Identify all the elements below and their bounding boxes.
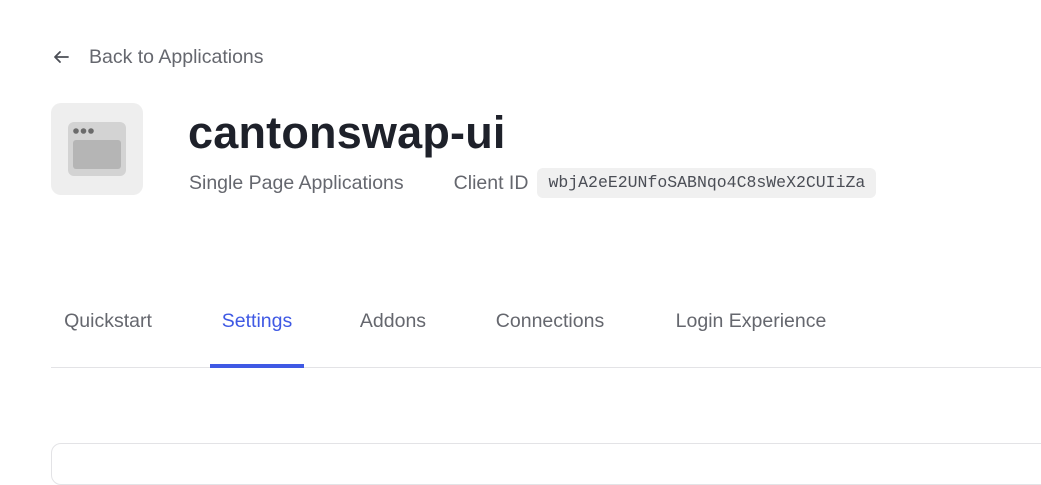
tab-connections[interactable]: Connections — [483, 296, 617, 367]
application-tabs: Quickstart Settings Addons Connections L… — [51, 296, 1041, 368]
back-link-label: Back to Applications — [89, 45, 264, 68]
arrow-left-icon — [51, 47, 71, 67]
tab-login-experience[interactable]: Login Experience — [663, 296, 839, 367]
client-id-value[interactable]: wbjA2eE2UNfoSABNqo4C8sWeX2CUIiZa — [537, 168, 877, 198]
settings-card — [51, 443, 1041, 485]
tab-addons[interactable]: Addons — [348, 296, 438, 367]
client-id-label: Client ID — [453, 171, 529, 194]
application-meta: Single Page Applications Client ID wbjA2… — [189, 167, 877, 199]
browser-window-icon — [68, 122, 126, 176]
tab-settings[interactable]: Settings — [210, 296, 304, 368]
app-icon-tile — [51, 103, 143, 195]
back-to-applications-link[interactable]: Back to Applications — [51, 44, 264, 70]
tab-quickstart[interactable]: Quickstart — [51, 296, 165, 367]
application-name: cantonswap-ui — [188, 107, 506, 158]
application-type: Single Page Applications — [189, 171, 404, 194]
